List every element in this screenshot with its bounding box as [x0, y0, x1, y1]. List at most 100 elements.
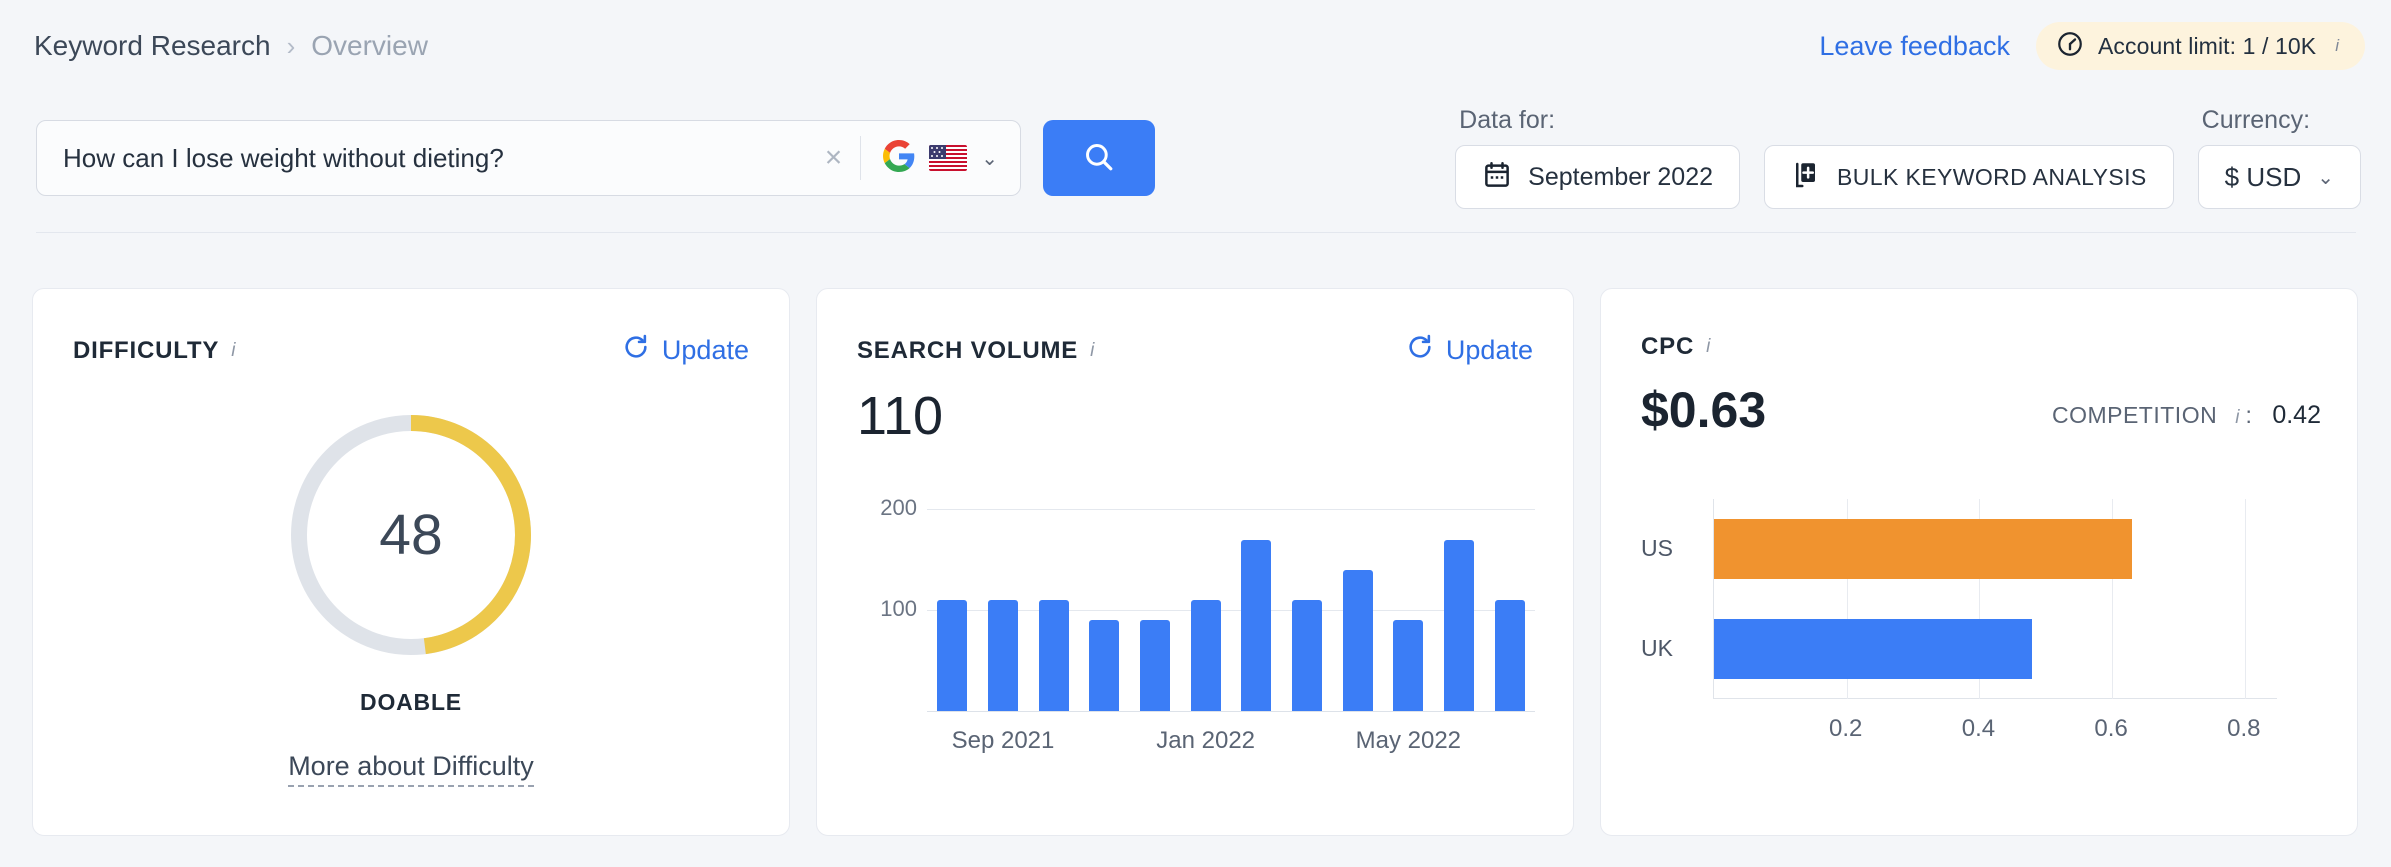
- search-volume-title: SEARCH VOLUME: [857, 336, 1079, 364]
- divider: [36, 232, 2356, 233]
- cpc-bar[interactable]: [1714, 619, 2033, 679]
- difficulty-card-header: DIFFICULTY i Update: [33, 289, 789, 368]
- currency-value: $ USD: [2224, 161, 2302, 192]
- currency-select[interactable]: $ USD ⌄: [2197, 145, 2361, 209]
- volume-bar[interactable]: [1292, 600, 1323, 711]
- difficulty-update-button[interactable]: Update: [622, 333, 749, 368]
- volume-bar[interactable]: [1089, 620, 1120, 711]
- x-tick-label: 0.2: [1829, 715, 1863, 742]
- country-label: UK: [1641, 635, 1673, 661]
- refresh-icon: [622, 333, 650, 368]
- clear-icon[interactable]: ×: [807, 143, 861, 173]
- difficulty-title: DIFFICULTY: [73, 336, 220, 364]
- volume-bar[interactable]: [1241, 539, 1272, 711]
- cpc-plot-area: [1713, 499, 2277, 699]
- volume-bar[interactable]: [1140, 620, 1171, 711]
- currency-label: Currency:: [2201, 106, 2311, 134]
- cpc-title: CPC: [1641, 333, 1695, 360]
- axis-line: [927, 711, 1535, 712]
- volume-bar[interactable]: [988, 600, 1018, 711]
- bar-slot[interactable]: [1028, 479, 1079, 711]
- bulk-keyword-analysis-button[interactable]: BULK KEYWORD ANALYSIS: [1764, 145, 2174, 209]
- date-value: September 2022: [1528, 162, 1714, 191]
- bar-slot[interactable]: [927, 479, 978, 711]
- chevron-down-icon: ⌄: [2317, 166, 2334, 189]
- keyword-overview-page: Keyword Research › Overview Leave feedba…: [0, 0, 2391, 867]
- info-icon[interactable]: i: [1706, 336, 1710, 358]
- bar-slot[interactable]: [1332, 479, 1383, 711]
- account-limit-badge[interactable]: Account limit: 1 / 10K i: [2035, 22, 2365, 70]
- volume-bar[interactable]: [1393, 620, 1424, 711]
- competition-value: 0.42: [2272, 401, 2321, 429]
- bulk-analysis-field: . BULK KEYWORD ANALYSIS: [1764, 106, 2174, 209]
- google-icon: [883, 139, 915, 177]
- bar-slot[interactable]: [1434, 479, 1485, 711]
- data-for-label: Data for:: [1459, 106, 1556, 134]
- y-tick-label: 100: [880, 596, 917, 622]
- currency-field: Currency: $ USD ⌄: [2197, 106, 2361, 209]
- cpc-bar[interactable]: [1714, 519, 2133, 579]
- toolbar-right: Data for: September 2022 .: [1455, 106, 2361, 209]
- leave-feedback-link[interactable]: Leave feedback: [1819, 31, 2010, 62]
- breadcrumb-root[interactable]: Keyword Research: [34, 30, 271, 62]
- bar-slot[interactable]: [1231, 479, 1282, 711]
- bar-slot[interactable]: [1180, 479, 1231, 711]
- search-input[interactable]: [63, 121, 807, 195]
- cpc-chart: US UK 0.2 0.4 0.6 0.8: [1641, 489, 2325, 789]
- bar-slot[interactable]: [1383, 479, 1434, 711]
- volume-bar[interactable]: [1038, 600, 1069, 711]
- difficulty-grade: DOABLE: [360, 689, 462, 715]
- search-volume-card: SEARCH VOLUME i Update 110 100 200 Sep 2…: [816, 288, 1574, 836]
- info-icon[interactable]: i: [231, 340, 235, 362]
- gauge-icon: [2056, 30, 2084, 63]
- gridline: [2244, 499, 2246, 699]
- x-tick-label: Sep 2021: [951, 727, 1055, 754]
- breadcrumb: Keyword Research › Overview: [34, 30, 428, 62]
- competition-separator: :: [2245, 402, 2253, 428]
- bar-slot[interactable]: [1282, 479, 1333, 711]
- search-volume-x-labels: Sep 2021 Jan 2022 May 2022: [927, 727, 1535, 767]
- breadcrumb-current: Overview: [311, 30, 428, 61]
- competition-label: COMPETITION: [2051, 402, 2218, 428]
- search-field-wrapper: ×: [36, 120, 1021, 196]
- volume-bar[interactable]: [1342, 569, 1373, 711]
- calendar-icon: [1482, 160, 1512, 195]
- bar-slot[interactable]: [978, 479, 1029, 711]
- volume-bar[interactable]: [1494, 600, 1525, 711]
- search-button[interactable]: [1043, 120, 1155, 196]
- difficulty-value: 48: [379, 503, 443, 567]
- metric-cards: DIFFICULTY i Update 48 DOABLE More about…: [32, 288, 2358, 836]
- cpc-value: $0.63: [1641, 382, 1767, 438]
- search-toolbar: ×: [0, 106, 2391, 216]
- x-tick-label: May 2022: [1355, 727, 1462, 754]
- x-tick-label: 0.6: [2094, 715, 2128, 742]
- search-volume-update-label: Update: [1445, 335, 1533, 365]
- volume-bar[interactable]: [937, 600, 968, 711]
- info-icon[interactable]: i: [2235, 407, 2239, 429]
- more-about-difficulty-link[interactable]: More about Difficulty: [33, 751, 789, 787]
- refresh-icon: [1406, 333, 1434, 368]
- search-volume-update-button[interactable]: Update: [1406, 333, 1533, 368]
- difficulty-card: DIFFICULTY i Update 48 DOABLE More about…: [32, 288, 790, 836]
- cpc-card-header: CPC i: [1601, 289, 2357, 361]
- country-label: US: [1641, 535, 1673, 561]
- add-document-icon: [1791, 160, 1821, 195]
- y-tick-label: 200: [880, 495, 917, 521]
- difficulty-update-label: Update: [661, 335, 749, 365]
- more-about-difficulty-label: More about Difficulty: [288, 751, 534, 787]
- volume-bar[interactable]: [1444, 539, 1475, 711]
- data-for-field: Data for: September 2022: [1455, 106, 1741, 209]
- date-picker-button[interactable]: September 2022: [1455, 145, 1741, 209]
- bar-slot[interactable]: [1130, 479, 1181, 711]
- info-icon[interactable]: i: [1090, 340, 1094, 362]
- x-tick-label: 0.4: [1961, 715, 1996, 742]
- bar-slot[interactable]: [1484, 479, 1535, 711]
- bulk-analysis-label: BULK KEYWORD ANALYSIS: [1837, 163, 2147, 190]
- search-volume-chart: 100 200 Sep 2021 Jan 2022 May 2022: [857, 479, 1535, 779]
- volume-bar[interactable]: [1190, 600, 1221, 711]
- bar-slot[interactable]: [1079, 479, 1130, 711]
- x-tick-label: Jan 2022: [1156, 727, 1256, 754]
- search-volume-bars: [927, 479, 1535, 711]
- account-limit-info-icon[interactable]: i: [2335, 36, 2339, 56]
- search-engine-selector[interactable]: ⌄: [861, 139, 1020, 177]
